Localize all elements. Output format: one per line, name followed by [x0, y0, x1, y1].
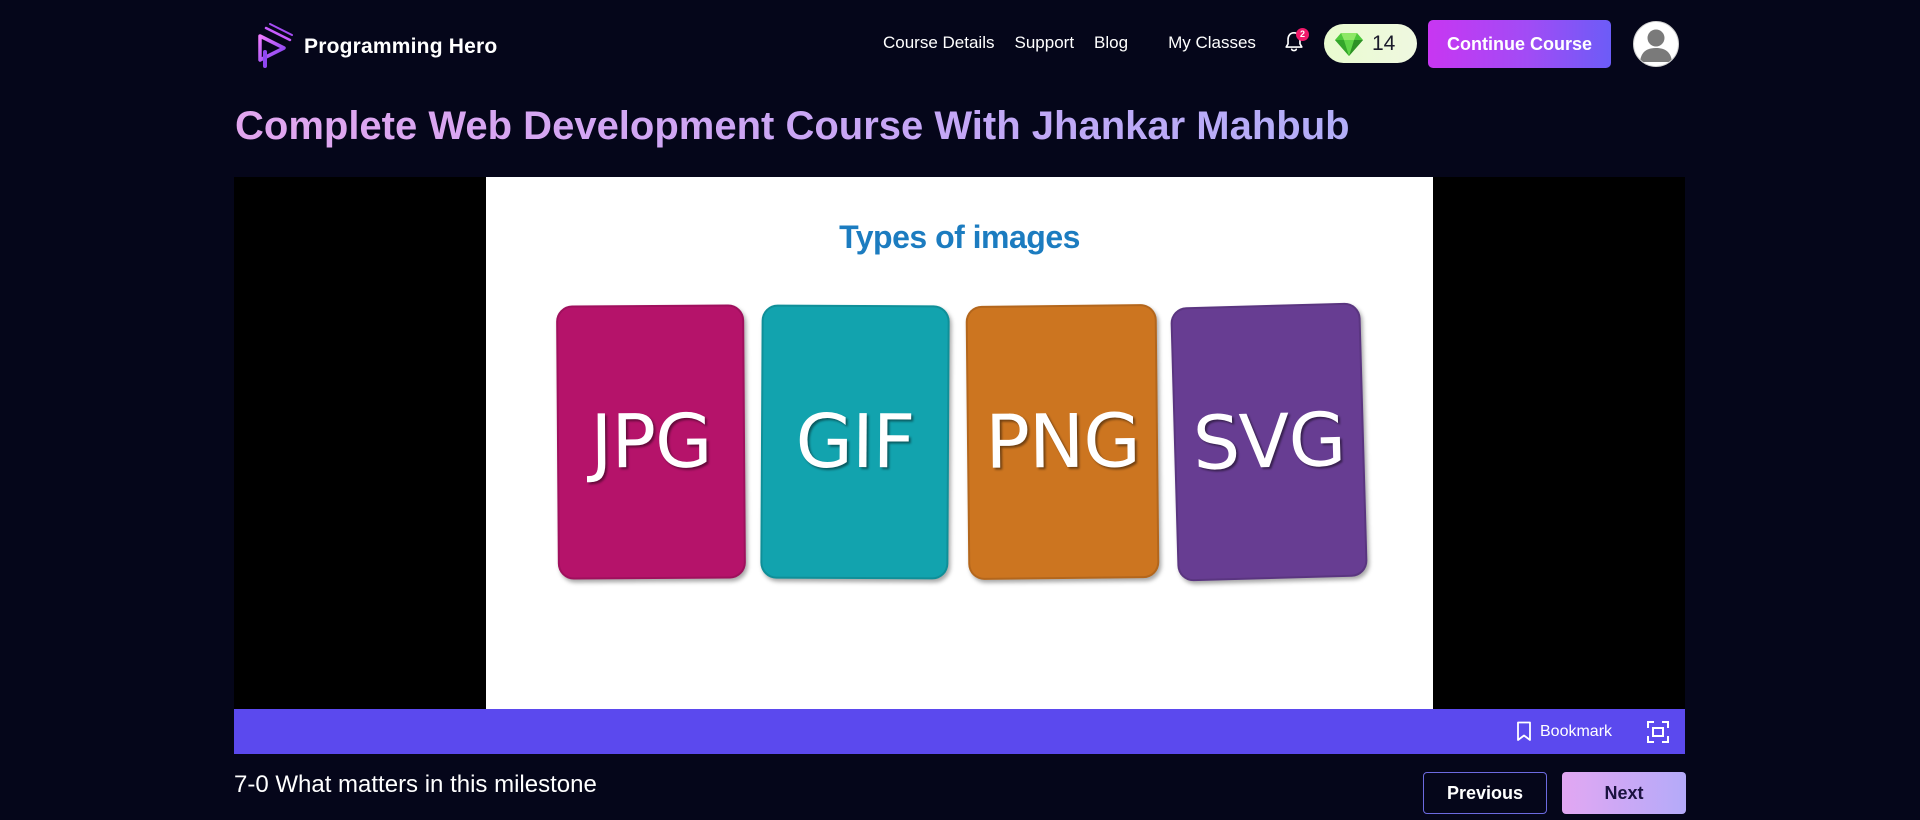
gem-icon — [1335, 32, 1363, 56]
user-avatar-icon — [1640, 29, 1672, 62]
previous-button[interactable]: Previous — [1423, 772, 1547, 814]
notification-count-badge: 2 — [1296, 28, 1309, 41]
bookmark-button[interactable]: Bookmark — [1516, 709, 1612, 754]
fullscreen-button[interactable] — [1646, 720, 1670, 744]
fullscreen-icon — [1647, 721, 1669, 743]
image-type-card-png: PNG — [965, 304, 1160, 580]
brand[interactable]: Programming Hero — [254, 22, 497, 72]
user-avatar[interactable] — [1633, 21, 1679, 67]
nav-link-support[interactable]: Support — [1015, 33, 1075, 53]
image-type-card-svg: SVG — [1170, 302, 1368, 582]
slide-title: Types of images — [839, 219, 1080, 255]
top-navbar: Programming Hero Course Details Support … — [0, 0, 1920, 86]
gem-count: 14 — [1372, 31, 1396, 55]
lesson-title: 7-0 What matters in this milestone — [234, 771, 597, 798]
video-player[interactable]: Types of images JPG GIF PNG SVG — [234, 177, 1685, 709]
course-title: Complete Web Development Course With Jha… — [235, 104, 1350, 148]
nav-link-blog[interactable]: Blog — [1094, 33, 1128, 53]
gem-counter[interactable]: 14 — [1324, 24, 1417, 63]
nav-links: Course Details Support Blog My Classes — [883, 31, 1256, 55]
image-type-card-jpg: JPG — [556, 304, 746, 580]
next-button[interactable]: Next — [1562, 772, 1686, 814]
continue-course-button[interactable]: Continue Course — [1428, 20, 1611, 68]
brand-name: Programming Hero — [304, 35, 498, 58]
video-control-bar: Bookmark — [234, 709, 1685, 754]
video-slide: Types of images JPG GIF PNG SVG — [486, 177, 1433, 709]
nav-link-my-classes[interactable]: My Classes — [1168, 33, 1256, 53]
notifications-button[interactable]: 2 — [1283, 28, 1309, 58]
programming-hero-logo — [258, 23, 293, 68]
bookmark-label: Bookmark — [1540, 722, 1613, 740]
nav-link-course-details[interactable]: Course Details — [883, 33, 995, 53]
bookmark-icon — [1517, 721, 1531, 741]
image-type-card-gif: GIF — [760, 304, 950, 580]
